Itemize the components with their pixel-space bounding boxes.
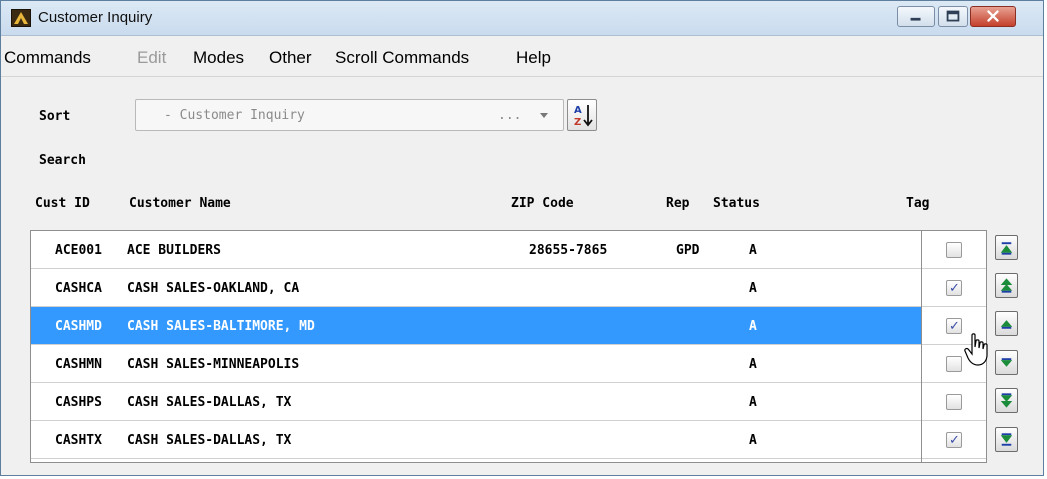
chevron-down-icon <box>540 113 548 118</box>
cell-status: A <box>749 281 757 296</box>
scroll-top-button[interactable] <box>995 235 1018 260</box>
tag-checkbox[interactable] <box>946 394 962 410</box>
header-customer-name: Customer Name <box>129 196 231 211</box>
search-label: Search <box>39 153 86 168</box>
sort-label: Sort <box>39 109 71 124</box>
cell-status: A <box>749 319 757 334</box>
cell-status: A <box>749 357 757 372</box>
checkmark-icon: ✓ <box>949 281 960 296</box>
close-button[interactable] <box>970 6 1016 27</box>
cell-customer-name: CASH SALES-MINNEAPOLIS <box>127 357 300 372</box>
menu-commands[interactable]: Commands <box>4 48 91 68</box>
tag-cell <box>922 231 986 269</box>
svg-text:Z: Z <box>574 117 581 128</box>
minimize-button[interactable] <box>897 6 935 27</box>
cell-cust-id: CASHTX <box>55 433 102 448</box>
cell-cust-id: CASHMD <box>55 319 102 334</box>
header-cust-id: Cust ID <box>35 196 90 211</box>
cell-cust-id: CASHCA <box>55 281 102 296</box>
menu-bar: Commands Edit Modes Other Scroll Command… <box>1 36 1043 77</box>
tag-checkbox[interactable]: ✓ <box>946 432 962 448</box>
page-up-icon <box>1000 278 1013 293</box>
menu-edit[interactable]: Edit <box>137 48 166 68</box>
hand-cursor-icon <box>964 333 988 366</box>
menu-scroll-commands[interactable]: Scroll Commands <box>335 48 469 68</box>
tag-checkbox[interactable]: ✓ <box>946 280 962 296</box>
header-zip-code: ZIP Code <box>511 196 574 211</box>
cell-cust-id: CASHMN <box>55 357 102 372</box>
cell-customer-name: CASH SALES-DALLAS, TX <box>127 395 292 410</box>
checkmark-icon: ✓ <box>949 319 960 334</box>
cell-customer-name: CASH SALES-BALTIMORE, MD <box>127 319 315 334</box>
maximize-icon <box>946 10 960 22</box>
header-status: Status <box>713 196 760 211</box>
scroll-up-button[interactable] <box>995 311 1018 336</box>
table-row[interactable]: CASHMD CASH SALES-BALTIMORE, MD A <box>31 307 921 345</box>
inquiry-content: Sort - Customer Inquiry ... A Z Search C… <box>2 77 1042 475</box>
cell-zip-code: 28655-7865 <box>529 243 608 258</box>
tag-cell: ✓ <box>922 421 986 459</box>
tag-checkbox[interactable]: ✓ <box>946 318 962 334</box>
customer-inquiry-window: Customer Inquiry Commands Edit Modes Oth… <box>0 0 1044 476</box>
tag-checkbox[interactable] <box>946 356 962 372</box>
table-row[interactable]: CASHPS CASH SALES-DALLAS, TX A <box>31 383 921 421</box>
close-icon <box>987 10 999 22</box>
first-page-icon <box>1000 242 1013 255</box>
cell-status: A <box>749 243 757 258</box>
page-down-icon <box>1000 393 1013 408</box>
table-row[interactable]: CASHCA CASH SALES-OAKLAND, CA A <box>31 269 921 307</box>
cell-status: A <box>749 395 757 410</box>
window-title: Customer Inquiry <box>38 9 153 26</box>
cell-status: A <box>749 433 757 448</box>
sort-dropdown[interactable]: - Customer Inquiry ... <box>135 99 564 131</box>
scroll-page-up-button[interactable] <box>995 273 1018 298</box>
scroll-page-down-button[interactable] <box>995 388 1018 413</box>
cell-cust-id: CASHPS <box>55 395 102 410</box>
maximize-button[interactable] <box>938 6 968 27</box>
tag-checkbox[interactable] <box>946 242 962 258</box>
tag-cell <box>922 383 986 421</box>
line-up-icon <box>1000 320 1013 329</box>
cell-cust-id: ACE001 <box>55 243 102 258</box>
minimize-icon <box>910 17 921 21</box>
menu-other[interactable]: Other <box>269 48 312 68</box>
cell-customer-name: CASH SALES-OAKLAND, CA <box>127 281 300 296</box>
svg-text:A: A <box>574 105 582 116</box>
header-tag: Tag <box>906 196 930 211</box>
table-row[interactable]: CASHMN CASH SALES-MINNEAPOLIS A <box>31 345 921 383</box>
scroll-down-button[interactable] <box>995 350 1018 375</box>
line-down-icon <box>1000 358 1013 367</box>
table-row[interactable]: CASHTX CASH SALES-DALLAS, TX A <box>31 421 921 459</box>
last-page-icon <box>1000 433 1013 446</box>
header-rep: Rep <box>666 196 690 211</box>
sort-selected-value: - Customer Inquiry <box>164 108 305 123</box>
customer-grid: ACE001 ACE BUILDERS 28655-7865 GPD A CASHCA CA… <box>30 230 987 463</box>
tag-cell: ✓ <box>922 269 986 307</box>
scroll-bottom-button[interactable] <box>995 427 1018 452</box>
checkmark-icon: ✓ <box>949 433 960 448</box>
cell-customer-name: CASH SALES-DALLAS, TX <box>127 433 292 448</box>
title-bar[interactable]: Customer Inquiry <box>1 1 1043 36</box>
menu-help[interactable]: Help <box>516 48 551 68</box>
app-logo-icon[interactable] <box>11 9 31 27</box>
table-row[interactable]: ACE001 ACE BUILDERS 28655-7865 GPD A <box>31 231 921 269</box>
menu-modes[interactable]: Modes <box>193 48 244 68</box>
sort-ellipsis: ... <box>498 108 522 123</box>
cell-customer-name: ACE BUILDERS <box>127 243 221 258</box>
cell-rep: GPD <box>676 243 700 258</box>
sort-order-button[interactable]: A Z <box>567 99 597 131</box>
sort-az-icon: A Z <box>574 105 593 128</box>
